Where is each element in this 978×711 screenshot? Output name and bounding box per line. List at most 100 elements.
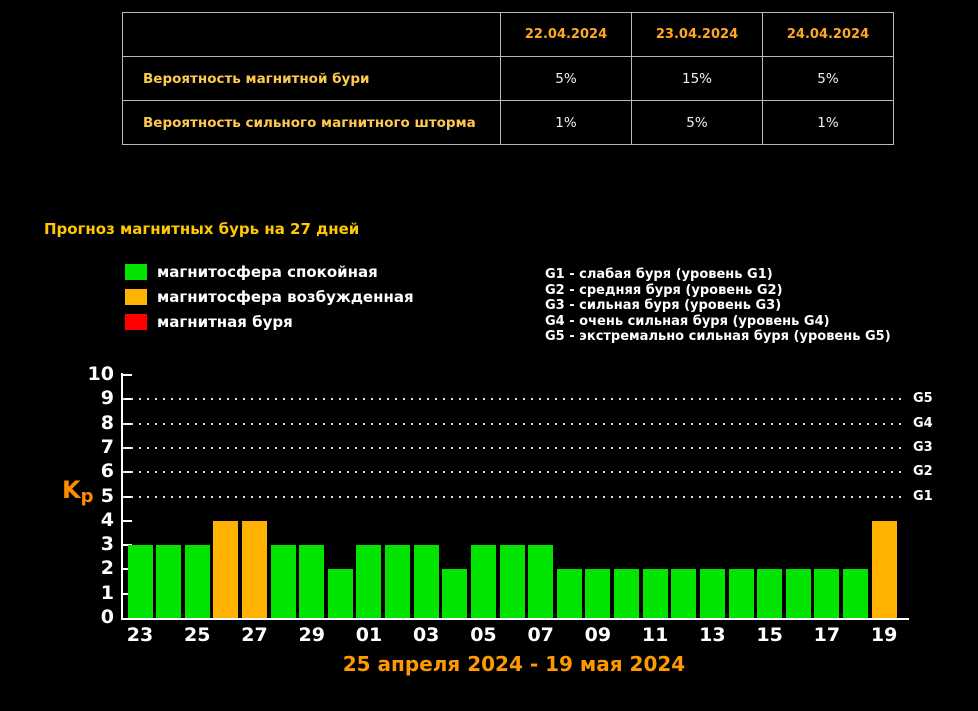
y-axis-tick-label: 5 <box>70 485 114 507</box>
gridline-g4 <box>123 423 907 425</box>
y-axis-tick-label: 2 <box>70 557 114 579</box>
x-axis-tick-label: 05 <box>461 624 505 646</box>
g-level-label: G5 <box>913 390 933 408</box>
kp-bar <box>814 569 839 618</box>
probability-value: 1% <box>763 101 894 145</box>
kp-bar <box>843 569 868 618</box>
kp-bar <box>757 569 782 618</box>
kp-bar <box>299 545 324 618</box>
kp-bar <box>700 569 725 618</box>
kp-bar <box>242 521 267 618</box>
x-axis-tick-label: 01 <box>347 624 391 646</box>
kp-bar <box>414 545 439 618</box>
g5-description: G5 - экстремально сильная буря (уровень … <box>545 329 891 345</box>
kp-bar <box>185 545 210 618</box>
y-axis-tick-label: 7 <box>70 436 114 458</box>
y-axis-tick <box>123 520 132 522</box>
x-axis-tick-label: 17 <box>805 624 849 646</box>
date-header-2: 23.04.2024 <box>632 13 763 57</box>
probability-value: 5% <box>501 57 632 101</box>
kp-bar <box>328 569 353 618</box>
g1-description: G1 - слабая буря (уровень G1) <box>545 267 891 283</box>
kp-bar <box>585 569 610 618</box>
kp-bar <box>500 545 525 618</box>
x-axis-tick-label: 03 <box>404 624 448 646</box>
kp-bar <box>557 569 582 618</box>
g2-description: G2 - средняя буря (уровень G2) <box>545 283 891 299</box>
g3-description: G3 - сильная буря (уровень G3) <box>545 298 891 314</box>
legend-label-storm: магнитная буря <box>157 313 293 331</box>
kp-bar <box>213 521 238 618</box>
y-axis-tick-label: 6 <box>70 460 114 482</box>
magnetic-storm-swatch <box>125 314 147 330</box>
y-axis-tick-label: 1 <box>70 582 114 604</box>
y-axis-tick <box>123 374 132 376</box>
kp-bar <box>356 545 381 618</box>
kp-bar <box>385 545 410 618</box>
kp-bar <box>643 569 668 618</box>
empty-corner-cell <box>123 13 501 57</box>
legend-item-excited: магнитосфера возбужденная <box>125 288 414 305</box>
y-axis-tick-label: 4 <box>70 509 114 531</box>
forecast-section-title: Прогноз магнитных бурь на 27 дней <box>44 220 359 238</box>
x-axis-tick-label: 13 <box>690 624 734 646</box>
y-axis-tick-label: 9 <box>70 387 114 409</box>
gridline-g1 <box>123 496 907 498</box>
quiet-magnetosphere-swatch <box>125 264 147 280</box>
x-axis-tick-label: 15 <box>748 624 792 646</box>
strong-storm-probability-row: Вероятность сильного магнитного шторма 1… <box>123 101 894 145</box>
storm-probability-label: Вероятность магнитной бури <box>123 57 501 101</box>
kp-forecast-bar-chart: Kp 25 апреля 2024 - 19 мая 2024 01234567… <box>0 360 978 705</box>
probability-value: 5% <box>632 101 763 145</box>
g-level-label: G4 <box>913 415 933 433</box>
g4-description: G4 - очень сильная буря (уровень G4) <box>545 314 891 330</box>
gridline-g3 <box>123 447 907 449</box>
x-axis-tick-label: 07 <box>519 624 563 646</box>
kp-bar <box>528 545 553 618</box>
y-axis-tick-label: 0 <box>70 606 114 628</box>
x-axis-tick-label: 19 <box>862 624 906 646</box>
kp-bar <box>729 569 754 618</box>
probability-value: 5% <box>763 57 894 101</box>
x-axis-tick-label: 29 <box>290 624 334 646</box>
g-level-label: G1 <box>913 488 933 506</box>
x-axis-tick-label: 23 <box>118 624 162 646</box>
x-axis-tick-label: 25 <box>175 624 219 646</box>
g-level-label: G3 <box>913 439 933 457</box>
kp-bar <box>271 545 296 618</box>
kp-bar <box>671 569 696 618</box>
kp-bar <box>872 521 897 618</box>
g-scale-legend: G1 - слабая буря (уровень G1) G2 - средн… <box>545 267 891 345</box>
kp-bar <box>128 545 153 618</box>
date-header-3: 24.04.2024 <box>763 13 894 57</box>
gridline-g5 <box>123 398 907 400</box>
kp-bar <box>786 569 811 618</box>
table-header-row: 22.04.2024 23.04.2024 24.04.2024 <box>123 13 894 57</box>
x-axis-line <box>121 618 909 620</box>
kp-bar <box>614 569 639 618</box>
probability-value: 15% <box>632 57 763 101</box>
x-axis-tick-label: 11 <box>633 624 677 646</box>
legend-label-quiet: магнитосфера спокойная <box>157 263 378 281</box>
legend-label-excited: магнитосфера возбужденная <box>157 288 414 306</box>
kp-bar <box>471 545 496 618</box>
x-axis-tick-label: 09 <box>576 624 620 646</box>
chart-legend: магнитосфера спокойная магнитосфера возб… <box>125 263 414 338</box>
x-axis-tick-label: 27 <box>232 624 276 646</box>
legend-item-storm: магнитная буря <box>125 313 414 330</box>
probability-value: 1% <box>501 101 632 145</box>
y-axis-tick-label: 3 <box>70 533 114 555</box>
kp-bar <box>442 569 467 618</box>
kp-bar <box>156 545 181 618</box>
y-axis-tick-label: 8 <box>70 412 114 434</box>
gridline-g2 <box>123 471 907 473</box>
y-axis-tick-label: 10 <box>70 363 114 385</box>
storm-probability-row: Вероятность магнитной бури 5% 15% 5% <box>123 57 894 101</box>
date-header-1: 22.04.2024 <box>501 13 632 57</box>
excited-magnetosphere-swatch <box>125 289 147 305</box>
legend-item-quiet: магнитосфера спокойная <box>125 263 414 280</box>
storm-probability-table: 22.04.2024 23.04.2024 24.04.2024 Вероятн… <box>122 12 894 145</box>
g-level-label: G2 <box>913 463 933 481</box>
date-range-caption: 25 апреля 2024 - 19 мая 2024 <box>121 652 907 676</box>
strong-storm-probability-label: Вероятность сильного магнитного шторма <box>123 101 501 145</box>
